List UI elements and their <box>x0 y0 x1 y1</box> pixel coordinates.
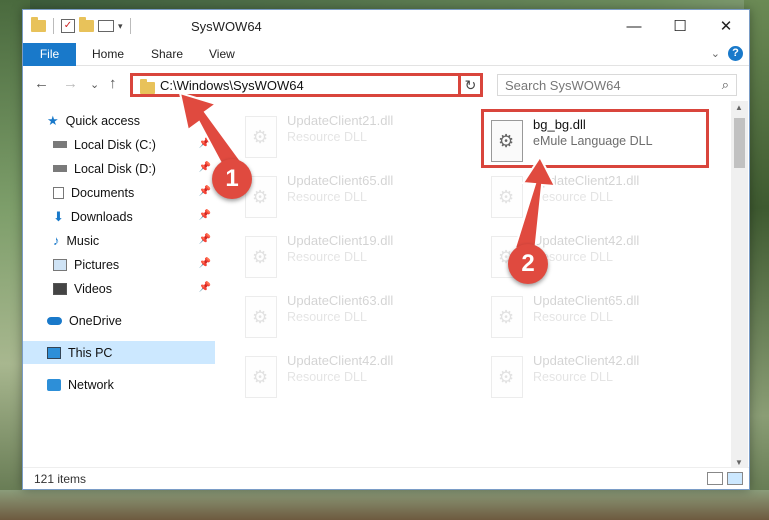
step-2-badge: 2 <box>508 244 548 284</box>
step-1-badge: 1 <box>212 159 252 199</box>
arrow-2 <box>513 155 557 254</box>
annotation-arrows <box>178 91 557 254</box>
